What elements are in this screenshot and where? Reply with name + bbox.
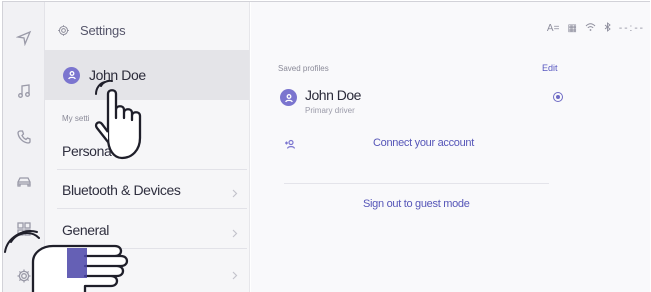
avatar: [280, 89, 297, 106]
chevron-right-icon: [230, 185, 239, 198]
connect-account-label: Connect your account: [373, 137, 475, 149]
screen-frame: Settings John Doe My setti Persona Bluet…: [2, 1, 650, 292]
connect-account-button[interactable]: Connect your account: [278, 132, 573, 162]
radio-dot: [556, 95, 560, 99]
status-bar: A= ▦ --:--: [547, 21, 645, 35]
tap-hand-icon: [94, 80, 142, 160]
settings-gear-icon: [58, 24, 69, 36]
app-window: Settings John Doe My setti Persona Bluet…: [0, 0, 651, 292]
person-icon: [284, 93, 293, 102]
menu-item-bluetooth-devices[interactable]: Bluetooth & Devices: [45, 173, 249, 207]
signal-icon: ▦: [567, 22, 577, 34]
car-icon[interactable]: [11, 169, 37, 195]
saved-profile-role: Primary driver: [305, 106, 355, 115]
edit-button[interactable]: Edit: [542, 63, 558, 73]
chevron-right-icon: [230, 267, 239, 280]
bluetooth-icon: [604, 19, 611, 37]
sign-out-guest-button[interactable]: Sign out to guest mode: [363, 198, 470, 210]
music-icon[interactable]: [11, 78, 37, 104]
divider: [57, 208, 247, 209]
pointing-hand-icon: [4, 230, 129, 292]
navigation-icon[interactable]: [11, 25, 37, 51]
profile-radio[interactable]: [553, 92, 563, 102]
menu-item-label: Bluetooth & Devices: [62, 182, 181, 198]
saved-profile-item[interactable]: John Doe Primary driver: [278, 86, 568, 120]
main-content: A= ▦ --:-- Saved profiles Edit John Doe …: [251, 2, 650, 292]
wifi-icon: [585, 19, 596, 37]
saved-profile-name: John Doe: [305, 87, 361, 103]
text-size-icon: A=: [546, 22, 560, 34]
avatar: [63, 66, 80, 84]
settings-title: Settings: [80, 22, 126, 38]
settings-header: Settings: [57, 22, 126, 38]
add-person-icon: [285, 139, 296, 149]
person-icon: [67, 71, 76, 80]
divider: [57, 169, 247, 170]
saved-profiles-label: Saved profiles: [278, 64, 329, 73]
divider: [284, 183, 549, 184]
phone-icon[interactable]: [11, 124, 37, 150]
my-settings-label: My setti: [62, 114, 90, 123]
chevron-right-icon: [230, 225, 239, 238]
clock-text: --:--: [618, 22, 645, 34]
